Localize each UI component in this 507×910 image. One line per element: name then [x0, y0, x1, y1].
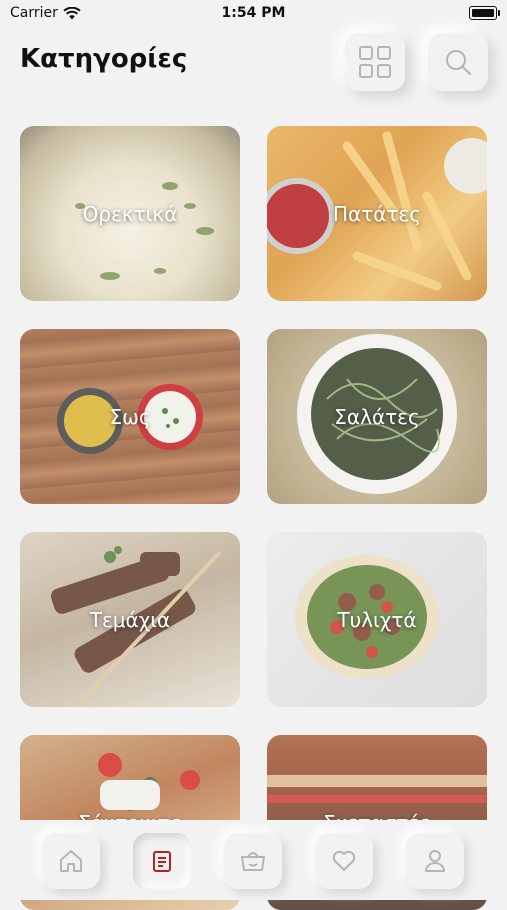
category-card-salads[interactable]: Σαλάτες: [267, 329, 487, 504]
tab-menu[interactable]: [133, 833, 191, 889]
category-card-fries[interactable]: Πατάτες: [267, 126, 487, 301]
category-card-appetizers[interactable]: Ορεκτικά: [20, 126, 240, 301]
search-icon: [446, 50, 472, 76]
battery-icon: [469, 6, 500, 20]
home-icon: [60, 850, 82, 872]
heart-icon: [332, 850, 356, 871]
tab-profile[interactable]: [406, 833, 464, 889]
status-time: 1:54 PM: [221, 5, 286, 21]
profile-icon: [425, 850, 445, 872]
tab-home[interactable]: [42, 833, 100, 889]
category-card-sauces[interactable]: Σως: [20, 329, 240, 504]
bottom-tab-bar: [0, 820, 507, 900]
category-label: Τεμάχια: [89, 607, 171, 632]
category-card-wraps[interactable]: Τυλιχτά: [267, 532, 487, 707]
search-button[interactable]: [428, 33, 488, 91]
basket-icon: [241, 852, 265, 871]
category-label: Τυλιχτά: [337, 607, 417, 632]
category-label: Σως: [109, 404, 151, 429]
menu-card-icon: [153, 851, 171, 872]
category-card-skewers[interactable]: Τεμάχια: [20, 532, 240, 707]
category-label: Σαλάτες: [334, 404, 420, 429]
tab-favorites[interactable]: [315, 833, 373, 889]
category-label: Ορεκτικά: [82, 201, 178, 226]
grid-icon: [359, 46, 391, 78]
status-bar: Carrier 1:54 PM: [0, 0, 507, 30]
grid-view-button[interactable]: [345, 33, 405, 91]
tab-basket[interactable]: [224, 833, 282, 889]
page-title: Κατηγορίες: [20, 44, 188, 74]
category-label: Πατάτες: [332, 201, 422, 226]
